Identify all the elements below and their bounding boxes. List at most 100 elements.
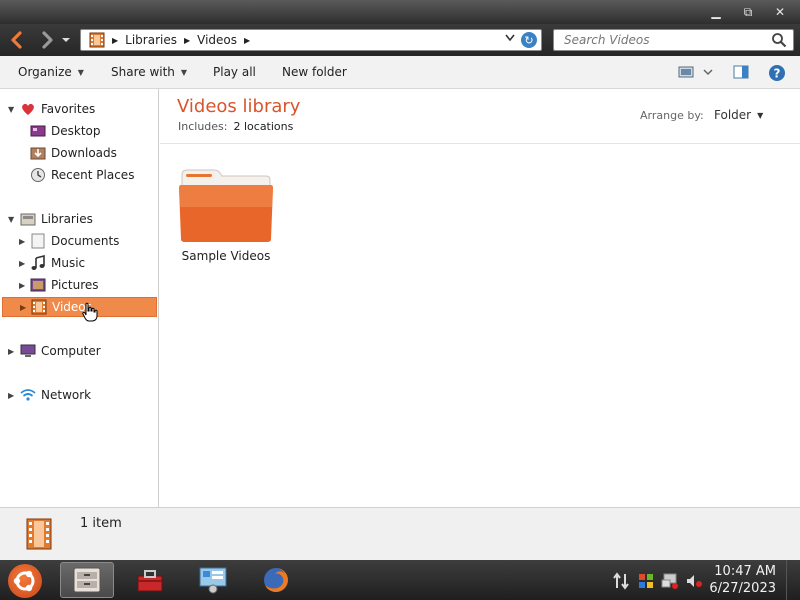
clock-time: 10:47 AM (714, 564, 776, 579)
view-options-dropdown[interactable] (703, 64, 713, 83)
sidebar-item-network[interactable]: ▶ Network (0, 385, 157, 405)
arrange-by-dropdown[interactable]: Folder ▼ (714, 108, 763, 122)
start-button[interactable] (8, 564, 42, 598)
desktop-icon (30, 125, 46, 137)
network-transfer-icon[interactable] (612, 572, 630, 590)
taskbar-firefox[interactable] (249, 562, 303, 598)
breadcrumb-separator-icon[interactable]: ▶ (244, 36, 250, 45)
search-input[interactable] (554, 30, 764, 50)
share-with-label: Share with (111, 65, 175, 79)
collapse-icon[interactable]: ▼ (8, 105, 14, 114)
close-button[interactable]: ✕ (768, 3, 792, 21)
address-bar[interactable]: ▶ Libraries ▶ Videos ▶ ↻ (80, 29, 542, 51)
libraries-icon (20, 213, 36, 226)
film-strip-icon (31, 299, 47, 315)
back-arrow-icon (11, 31, 22, 49)
share-with-button[interactable]: Share with ▼ (111, 65, 187, 79)
address-history-dropdown[interactable] (505, 34, 515, 45)
firefox-icon (264, 568, 288, 592)
sidebar-item-desktop[interactable]: Desktop (0, 121, 157, 141)
documents-icon (31, 233, 45, 249)
help-icon: ? (769, 65, 785, 81)
sidebar-item-documents[interactable]: ▶ Documents (0, 231, 157, 251)
breadcrumb-separator-icon[interactable]: ▶ (184, 36, 190, 45)
folder-item[interactable]: Sample Videos (178, 167, 274, 267)
recent-pages-button[interactable] (60, 28, 72, 52)
sidebar-item-label: Computer (41, 344, 101, 358)
show-desktop-button[interactable] (786, 560, 800, 600)
play-all-button[interactable]: Play all (213, 65, 256, 79)
sidebar-item-pictures[interactable]: ▶ Pictures (0, 275, 157, 295)
forward-arrow-icon (42, 31, 53, 49)
heart-icon (22, 103, 34, 115)
downloads-icon (30, 147, 46, 160)
chevron-down-icon: ▼ (180, 67, 188, 77)
sidebar-item-label: Music (51, 256, 86, 270)
hand-cursor-icon (82, 302, 98, 322)
sidebar-item-label: Downloads (51, 146, 117, 160)
forward-button[interactable] (36, 28, 58, 52)
chevron-down-icon: ▼ (757, 110, 764, 120)
expand-icon[interactable]: ▶ (19, 237, 25, 246)
content-pane: Videos library Includes: 2 locations Arra… (160, 89, 800, 507)
details-pane: 1 item (0, 507, 800, 560)
sidebar-item-label: Recent Places (51, 168, 135, 182)
taskbar-toolbox[interactable] (123, 562, 177, 598)
video-library-icon (89, 32, 105, 48)
ubuntu-logo-icon (13, 570, 35, 592)
sidebar-item-label: Favorites (41, 102, 96, 116)
back-button[interactable] (6, 28, 28, 52)
network-status-icon[interactable] (661, 572, 679, 590)
pictures-icon (30, 278, 46, 292)
control-panel-icon (199, 567, 227, 594)
breadcrumb-separator-icon[interactable]: ▶ (112, 36, 118, 45)
expand-icon[interactable]: ▶ (19, 259, 25, 268)
library-includes: Includes: 2 locations (178, 120, 293, 133)
search-box[interactable] (553, 29, 794, 51)
search-icon[interactable] (771, 32, 787, 48)
help-button[interactable]: ? (768, 64, 786, 85)
toolbox-icon (137, 570, 163, 592)
clock-date: 6/27/2023 (709, 581, 776, 596)
expand-icon[interactable]: ▶ (8, 347, 14, 356)
svg-text:?: ? (774, 67, 781, 81)
minimize-button[interactable]: ▁ (704, 3, 728, 21)
expand-icon[interactable]: ▶ (19, 281, 25, 290)
taskbar-file-explorer[interactable] (60, 562, 114, 598)
computer-icon (20, 344, 36, 357)
sidebar-item-label: Documents (51, 234, 120, 248)
chevron-down-icon: ▼ (77, 67, 84, 77)
sidebar-item-videos[interactable]: ▶ Videos (2, 297, 157, 322)
folder-icon (179, 169, 273, 242)
folder-label: Sample Videos (181, 249, 271, 263)
sidebar-item-libraries[interactable]: ▼ Libraries (0, 209, 157, 229)
volume-muted-icon[interactable] (685, 572, 703, 590)
breadcrumb-libraries[interactable]: Libraries (125, 33, 177, 47)
organize-button[interactable]: Organize ▼ (18, 65, 84, 79)
sidebar-item-music[interactable]: ▶ Music (0, 253, 157, 273)
collapse-icon[interactable]: ▼ (8, 215, 14, 224)
sidebar-item-label: Libraries (41, 212, 93, 226)
change-view-button[interactable] (678, 64, 694, 83)
new-folder-button[interactable]: New folder (282, 65, 347, 79)
preview-pane-button[interactable] (733, 64, 749, 83)
arrange-by-label: Arrange by: (640, 109, 704, 122)
refresh-icon[interactable]: ↻ (521, 32, 537, 48)
taskbar-control-panel[interactable] (186, 562, 240, 598)
sidebar-item-favorites[interactable]: ▼ Favorites (0, 99, 157, 119)
includes-locations-link[interactable]: 2 locations (233, 120, 293, 133)
sidebar-item-downloads[interactable]: Downloads (0, 143, 157, 163)
sidebar-item-recent-places[interactable]: Recent Places (0, 165, 157, 185)
windows-flag-icon[interactable] (637, 572, 655, 590)
maximize-button[interactable]: ⧉ (736, 3, 760, 21)
breadcrumb-videos[interactable]: Videos (197, 33, 237, 47)
system-clock[interactable]: 10:47 AM 6/27/2023 (709, 563, 776, 597)
sidebar-item-label: Pictures (51, 278, 99, 292)
expand-icon[interactable]: ▶ (8, 391, 14, 400)
address-row: ▶ Libraries ▶ Videos ▶ ↻ (0, 24, 800, 56)
chevron-down-icon (505, 34, 515, 42)
sidebar-item-computer[interactable]: ▶ Computer (0, 341, 157, 361)
taskbar: 10:47 AM 6/27/2023 (0, 560, 800, 600)
organize-label: Organize (18, 65, 72, 79)
expand-icon[interactable]: ▶ (20, 303, 26, 312)
